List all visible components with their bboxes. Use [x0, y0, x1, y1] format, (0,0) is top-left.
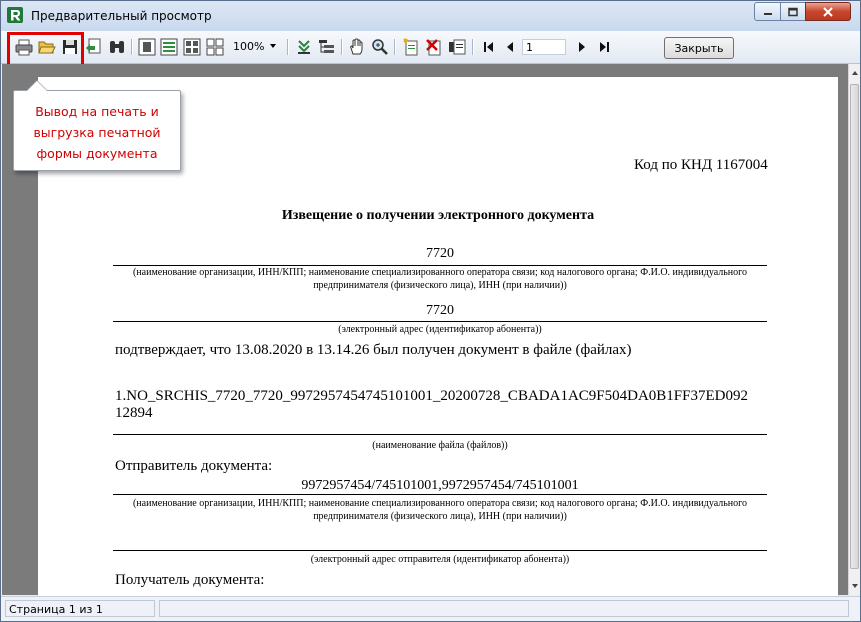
hand-tool-icon[interactable]	[348, 38, 366, 56]
recipient-label: Получатель документа:	[115, 572, 265, 588]
view-four-pages-icon[interactable]	[206, 38, 224, 56]
org-caption: (наименование организации, ИНН/КПП; наим…	[132, 267, 748, 291]
outline-icon[interactable]	[295, 38, 313, 56]
knd-code: Код по КНД 1167004	[634, 157, 768, 173]
window-title: Предварительный просмотр	[31, 9, 212, 23]
page-info: Страница 1 из 1	[5, 600, 155, 617]
divider	[113, 434, 767, 435]
view-page-width-icon[interactable]	[160, 38, 178, 56]
next-page-icon[interactable]	[573, 38, 591, 56]
zoom-select[interactable]: 100%	[233, 40, 264, 53]
confirm-text: подтверждает, что 13.08.2020 в 13.14.26 …	[115, 342, 632, 358]
first-page-icon[interactable]	[480, 38, 498, 56]
tooltip-pointer	[26, 80, 48, 91]
vertical-scrollbar[interactable]	[848, 64, 860, 595]
tooltip-text: Вывод на печать и выгрузка печатной форм…	[33, 104, 161, 161]
last-page-icon[interactable]	[595, 38, 613, 56]
status-panel	[159, 600, 849, 617]
print-save-highlight	[7, 32, 84, 67]
close-icon	[823, 6, 833, 17]
sender-label: Отправитель документа:	[115, 458, 273, 474]
page-number-input[interactable]: 1	[522, 39, 566, 55]
document-title: Извещение о получении электронного докум…	[281, 208, 595, 223]
add-page-icon[interactable]	[402, 38, 420, 56]
divider	[113, 321, 767, 322]
tree-icon[interactable]	[318, 38, 336, 56]
app-logo-icon	[7, 7, 23, 23]
scroll-up-icon[interactable]	[852, 71, 858, 75]
sender-value: 9972957454/745101001,9972957454/74510100…	[301, 478, 579, 493]
minimize-icon	[763, 12, 772, 15]
view-one-page-icon[interactable]	[138, 38, 156, 56]
prev-page-icon[interactable]	[501, 38, 519, 56]
window-close-button[interactable]	[805, 2, 851, 21]
file-name-line1: 1.NO_SRCHIS_7720_7720_997295745474510100…	[115, 388, 748, 404]
view-multi-page-icon[interactable]	[183, 38, 201, 56]
title-bar[interactable]: Предварительный просмотр	[1, 1, 860, 31]
find-icon[interactable]	[108, 38, 126, 56]
minimize-button[interactable]	[754, 2, 781, 21]
maximize-icon	[788, 7, 798, 16]
toolbar: 100% 1 Закрыть	[1, 31, 860, 64]
delete-page-icon[interactable]	[425, 38, 443, 56]
export-icon[interactable]	[85, 38, 103, 56]
close-preview-button[interactable]: Закрыть	[664, 37, 734, 59]
address-value: 7720	[426, 303, 454, 318]
zoom-tool-icon[interactable]	[371, 38, 389, 56]
status-bar: Страница 1 из 1	[1, 596, 860, 621]
chevron-down-icon[interactable]	[270, 44, 276, 48]
scroll-thumb[interactable]	[850, 84, 859, 569]
scroll-down-icon[interactable]	[852, 584, 858, 588]
sender-address-caption: (электронный адрес отправителя (идентифи…	[310, 554, 570, 565]
file-caption: (наименование файла (файлов))	[372, 440, 508, 451]
edit-page-icon[interactable]	[448, 38, 466, 56]
sender-caption: (наименование организации, ИНН/КПП; наим…	[132, 498, 748, 522]
file-name-line2: 12894	[115, 405, 153, 421]
maximize-button[interactable]	[780, 2, 806, 21]
divider	[113, 494, 767, 495]
callout-tooltip: Вывод на печать и выгрузка печатной форм…	[13, 80, 181, 171]
preview-window: Предварительный просмотр 100% 1 Закрыть …	[0, 0, 861, 622]
divider	[113, 550, 767, 551]
org-value: 7720	[426, 246, 454, 261]
address-caption: (электронный адрес (идентификатор абонен…	[338, 324, 542, 335]
